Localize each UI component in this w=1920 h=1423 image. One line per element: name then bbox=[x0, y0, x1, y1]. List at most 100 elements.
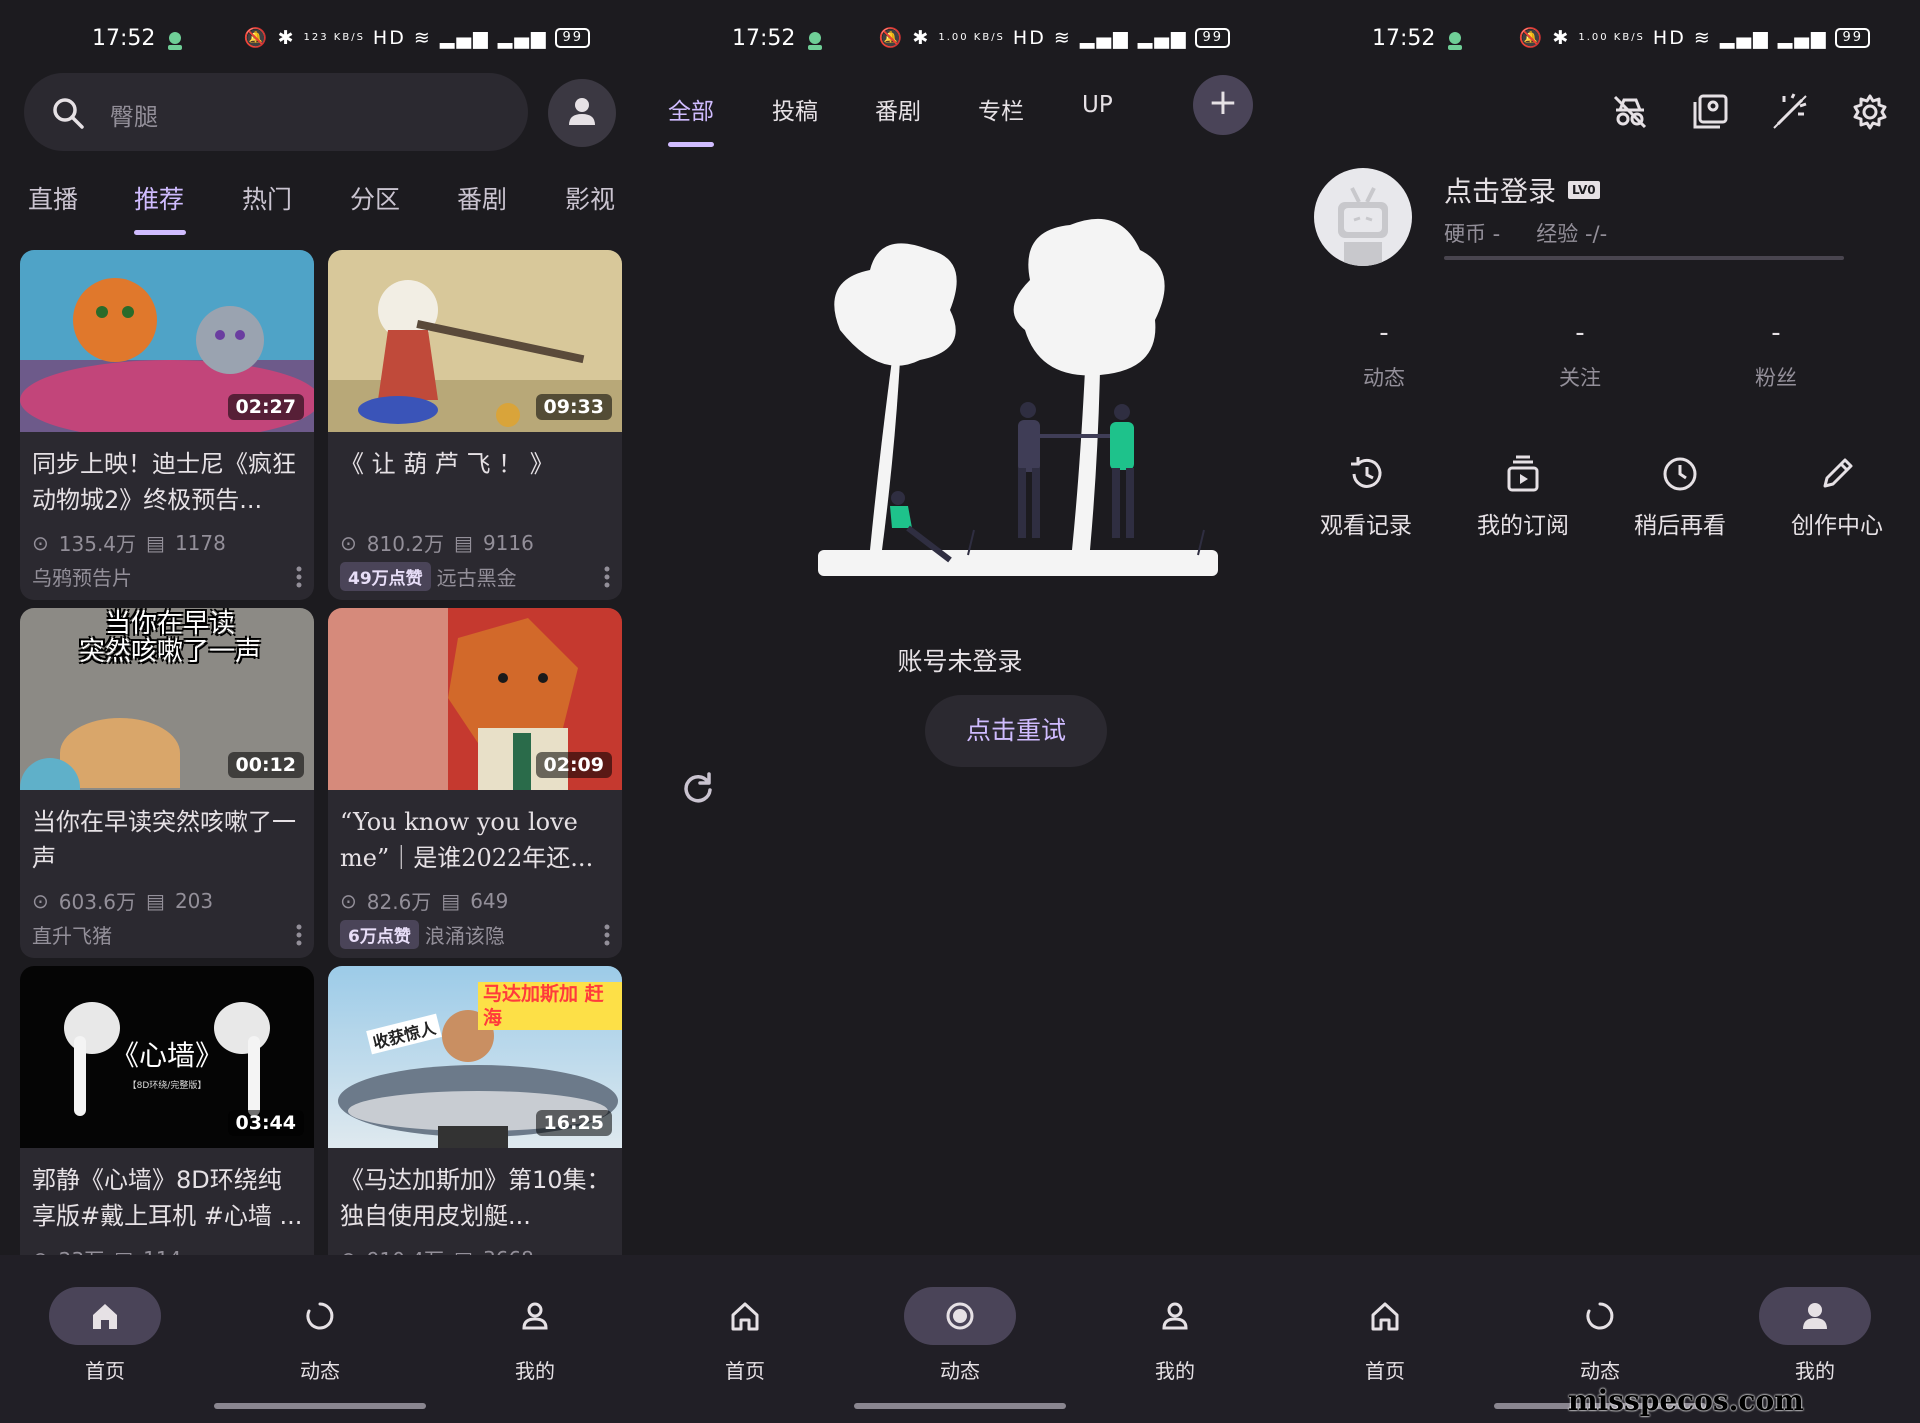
settings-icon[interactable] bbox=[1850, 92, 1890, 132]
mute-icon: 🔕 bbox=[878, 27, 905, 49]
search-icon bbox=[53, 98, 84, 129]
network-speed: 1.00 KB/S bbox=[938, 31, 1005, 43]
danmaku-icon: ▤ bbox=[441, 888, 461, 913]
account-button[interactable] bbox=[548, 79, 616, 147]
thumbnail-subcaption: 【8D环绕/完整版】 bbox=[127, 1081, 207, 1091]
video-card[interactable]: 当你在早读 突然咳嗽了一声 00:12 当你在早读突然咳嗽了一声 ⊙ 603.6万… bbox=[20, 608, 314, 958]
play-icon: ⊙ bbox=[340, 888, 357, 913]
tab-bangumi[interactable]: 番剧 bbox=[875, 92, 921, 126]
signal-icon: ▂▄▆ bbox=[1079, 26, 1130, 49]
video-card[interactable]: 02:09 “You know you love me”｜是谁2022年还...… bbox=[328, 608, 622, 958]
search-bar[interactable]: 臀腿 bbox=[24, 73, 528, 151]
video-author-row: 直升飞猪 bbox=[32, 920, 112, 949]
bluetooth-icon: ✱ bbox=[912, 26, 931, 49]
tab-articles[interactable]: 专栏 bbox=[978, 92, 1024, 126]
nav-dynamic[interactable]: 动态 bbox=[245, 1287, 395, 1384]
nav-mine-label: 我的 bbox=[1155, 1359, 1195, 1383]
dynamic-icon bbox=[306, 1302, 334, 1330]
refresh-icon[interactable] bbox=[680, 770, 716, 806]
nav-dynamic-indicator bbox=[264, 1287, 376, 1345]
stat-label: 关注 bbox=[1559, 366, 1601, 390]
video-duration: 09:33 bbox=[535, 394, 612, 420]
tab-movies[interactable]: 影视 bbox=[565, 180, 615, 216]
video-title: 《 让 葫 芦 飞 ！ 》 bbox=[340, 450, 554, 478]
view-count: 810.2万 bbox=[366, 532, 445, 556]
level-badge: LV0 bbox=[1568, 181, 1600, 199]
home-icon bbox=[1371, 1302, 1399, 1331]
home-icon bbox=[93, 1304, 117, 1329]
danmaku-count: 649 bbox=[470, 888, 509, 913]
more-vert-icon[interactable] bbox=[296, 566, 302, 588]
video-stats: ⊙ 603.6万 ▤ 203 bbox=[32, 886, 213, 915]
avatar[interactable] bbox=[1314, 168, 1412, 266]
add-button[interactable]: + bbox=[1193, 75, 1253, 135]
gesture-bar[interactable] bbox=[854, 1403, 1066, 1409]
video-card[interactable]: 09:33 《 让 葫 芦 飞 ！ 》 ⊙ 810.2万 ▤ 9116 49万点赞 … bbox=[328, 250, 622, 600]
mine-screen: 17:52 🔕 ✱ 1.00 KB/S HD ≋ ▂▄▆ ▂▄▆ 99 点击登录… bbox=[1280, 0, 1920, 1423]
nav-home[interactable]: 首页 bbox=[30, 1287, 180, 1384]
account-box-icon[interactable] bbox=[1690, 92, 1730, 132]
incognito-off-icon[interactable] bbox=[1610, 92, 1650, 132]
quick-label: 观看记录 bbox=[1320, 513, 1412, 539]
retry-button[interactable]: 点击重试 bbox=[925, 695, 1107, 767]
video-duration: 03:44 bbox=[227, 1110, 304, 1136]
stat-followers[interactable]: - 粉丝 bbox=[1716, 318, 1836, 392]
bottom-navigation: 首页 动态 我的 bbox=[0, 1255, 640, 1423]
thumbnail-caption: 《心墙》 bbox=[110, 1039, 223, 1072]
nav-dynamic[interactable]: 动态 bbox=[1525, 1287, 1675, 1384]
profile-toolbar bbox=[1610, 92, 1890, 132]
tab-recommend[interactable]: 推荐 bbox=[134, 180, 184, 216]
gesture-bar[interactable] bbox=[214, 1403, 426, 1409]
video-author-row: 6万点赞 浪涌该隐 bbox=[340, 920, 505, 949]
danmaku-count: 203 bbox=[174, 888, 214, 913]
battery-icon: 99 bbox=[1835, 27, 1870, 48]
empty-state-illustration bbox=[818, 218, 1218, 576]
more-vert-icon[interactable] bbox=[604, 924, 610, 946]
nav-home[interactable]: 首页 bbox=[1310, 1287, 1460, 1384]
quick-label: 稍后再看 bbox=[1634, 513, 1726, 539]
tab-live[interactable]: 直播 bbox=[28, 180, 78, 216]
more-vert-icon[interactable] bbox=[296, 924, 302, 946]
stat-value: - bbox=[1575, 318, 1585, 348]
video-card[interactable]: 02:27 同步上映！迪士尼《疯狂动物城2》终极预告... ⊙ 135.4万 ▤ 1… bbox=[20, 250, 314, 600]
nav-mine[interactable]: 我的 bbox=[1740, 1287, 1890, 1384]
quick-label: 我的订阅 bbox=[1477, 513, 1569, 539]
nav-dynamic-indicator bbox=[904, 1287, 1016, 1345]
stat-dynamic[interactable]: - 动态 bbox=[1324, 318, 1444, 392]
tab-submissions[interactable]: 投稿 bbox=[772, 92, 818, 126]
login-prompt[interactable]: 点击登录 LV0 bbox=[1444, 170, 1600, 210]
video-card[interactable]: 马达加斯加 赶海 收获惊人 16:25 《马达加斯加》第10集：独自使用皮划艇.… bbox=[328, 966, 622, 1276]
video-author: 乌鸦预告片 bbox=[32, 566, 132, 590]
nav-dynamic-label: 动态 bbox=[940, 1359, 980, 1383]
tab-zones[interactable]: 分区 bbox=[350, 180, 400, 216]
quick-subscriptions[interactable]: 我的订阅 bbox=[1453, 454, 1593, 540]
quick-watch-later[interactable]: 稍后再看 bbox=[1610, 454, 1750, 540]
tv-mascot-icon bbox=[1338, 187, 1388, 266]
status-bar: 17:52 🔕 ✱ 1.00 KB/S HD ≋ ▂▄▆ ▂▄▆ 99 bbox=[640, 22, 1280, 62]
nav-dynamic[interactable]: 动态 bbox=[885, 1287, 1035, 1384]
tab-bangumi[interactable]: 番剧 bbox=[457, 180, 507, 216]
tab-up[interactable]: UP bbox=[1082, 92, 1113, 118]
quick-creator-center[interactable]: 创作中心 bbox=[1767, 454, 1907, 540]
video-card[interactable]: 《心墙》 【8D环绕/完整版】 03:44 郭静《心墙》8D环绕纯享版#戴上耳机… bbox=[20, 966, 314, 1276]
notification-app-icon bbox=[808, 32, 822, 50]
nav-mine[interactable]: 我的 bbox=[460, 1287, 610, 1384]
nav-home[interactable]: 首页 bbox=[670, 1287, 820, 1384]
stat-following[interactable]: - 关注 bbox=[1520, 318, 1640, 392]
tab-hot[interactable]: 热门 bbox=[242, 180, 292, 216]
theme-toggle-icon[interactable] bbox=[1770, 92, 1810, 132]
battery-icon: 99 bbox=[555, 27, 590, 48]
nav-home-indicator bbox=[49, 1287, 161, 1345]
more-vert-icon[interactable] bbox=[604, 566, 610, 588]
bottom-navigation: 首页 动态 我的 bbox=[640, 1255, 1280, 1423]
wifi-icon: ≋ bbox=[413, 26, 432, 49]
nav-mine[interactable]: 我的 bbox=[1100, 1287, 1250, 1384]
signal-icon: ▂▄▆ bbox=[439, 26, 490, 49]
video-author-row: 乌鸦预告片 bbox=[32, 562, 132, 591]
tab-all[interactable]: 全部 bbox=[668, 92, 714, 126]
wifi-icon: ≋ bbox=[1693, 26, 1712, 49]
quick-label: 创作中心 bbox=[1791, 513, 1883, 539]
video-stats: ⊙ 810.2万 ▤ 9116 bbox=[340, 528, 534, 557]
quick-history[interactable]: 观看记录 bbox=[1296, 454, 1436, 540]
nav-mine-indicator bbox=[1759, 1287, 1871, 1345]
